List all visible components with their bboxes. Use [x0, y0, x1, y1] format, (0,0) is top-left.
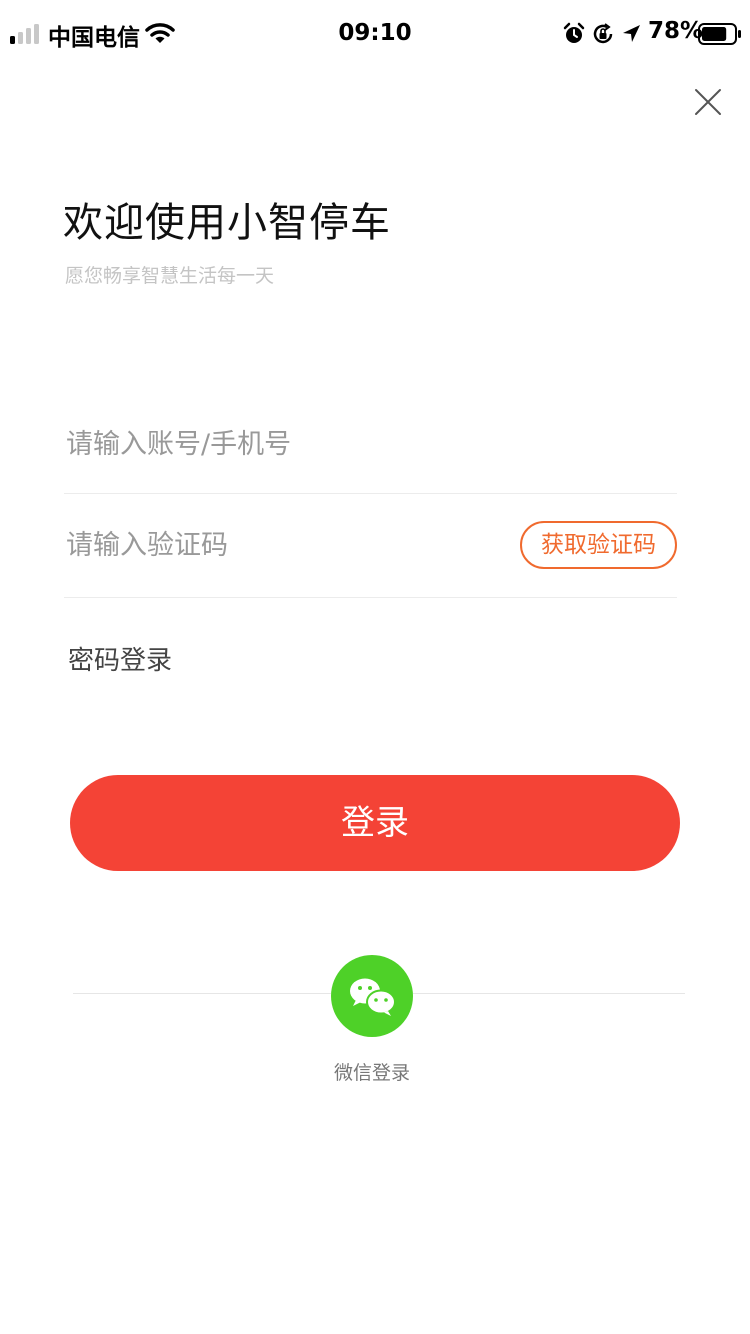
password-login-link[interactable]: 密码登录 [68, 640, 172, 677]
get-code-button[interactable]: 获取验证码 [520, 521, 677, 569]
rotation-lock-icon [593, 23, 613, 44]
location-arrow-icon [623, 25, 640, 42]
login-button[interactable]: 登录 [70, 775, 680, 871]
divider-left [73, 993, 331, 994]
alarm-icon [563, 22, 585, 43]
verification-code-input[interactable] [66, 494, 486, 597]
divider-right [413, 993, 685, 994]
battery-percent: 78% [648, 18, 704, 44]
page-title: 欢迎使用小智停车 [63, 200, 391, 246]
page-subtitle: 愿您畅享智慧生活每一天 [65, 265, 275, 287]
wechat-login-label: 微信登录 [333, 1062, 410, 1084]
verification-code-field: 获取验证码 [64, 494, 677, 598]
battery-icon [698, 23, 741, 45]
account-field [64, 395, 677, 494]
wechat-login-button[interactable] [331, 955, 413, 1037]
status-bar: 中国电信 09:10 78% [0, 0, 750, 70]
wechat-icon [350, 978, 396, 1016]
close-icon[interactable] [686, 80, 730, 124]
account-input[interactable] [66, 395, 486, 493]
